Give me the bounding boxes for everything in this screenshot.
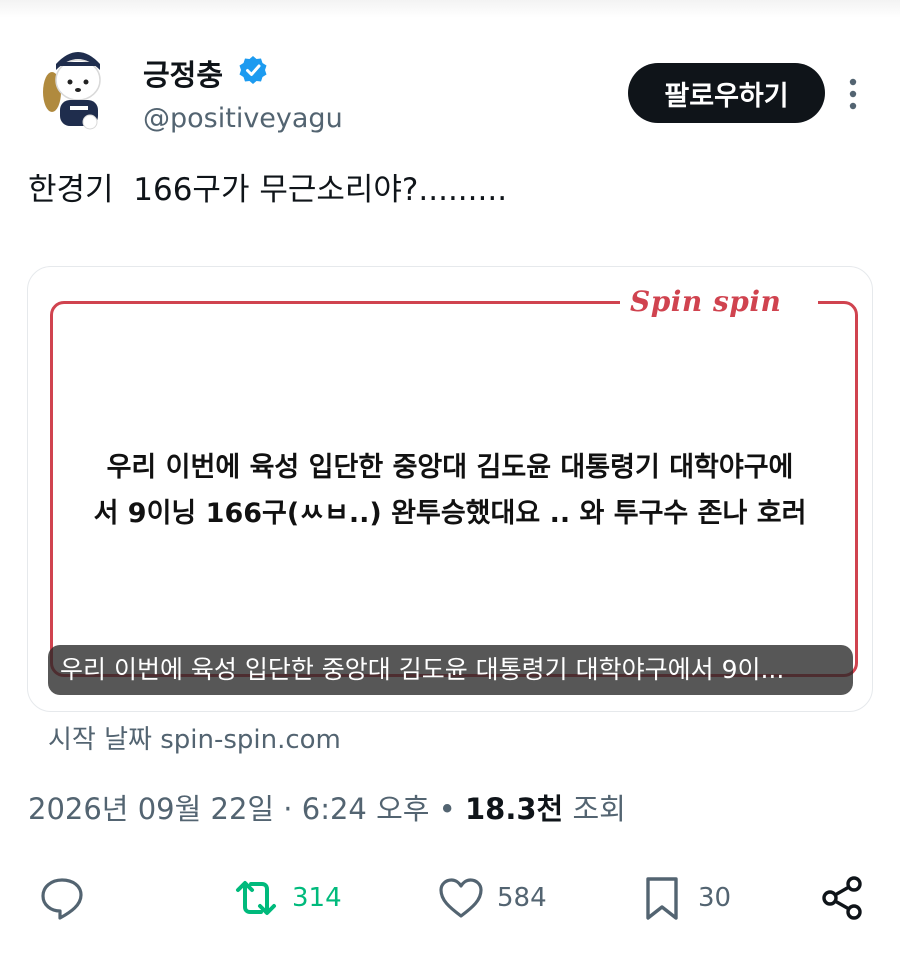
follow-button[interactable]: 팔로우하기 [628,63,825,123]
card-logo: Spin spin [630,285,782,318]
card-body-line: 우리 이번에 육성 입단한 중앙대 김도윤 대통령기 대학야구에 [106,452,794,483]
bookmark-button[interactable]: 30 [638,868,731,928]
more-options-icon[interactable] [840,76,866,112]
top-fade [0,0,900,18]
view-label: 조회 [563,792,626,826]
speech-bubble-icon [41,878,83,920]
tweet-datetime[interactable]: 2026년 09월 22일 · 6:24 오후 [28,792,429,826]
card-body-text: 우리 이번에 육성 입단한 중앙대 김도윤 대통령기 대학야구에 서 9이닝 1… [68,445,832,537]
action-bar: 314 584 30 [0,868,900,938]
bookmark-icon [646,877,678,920]
view-count: 18.3천 [465,792,564,826]
retweet-icon [236,881,276,915]
avatar[interactable] [30,40,128,138]
retweet-button[interactable]: 314 [232,868,342,928]
card-source[interactable]: 시작 날짜 spin-spin.com [48,719,341,756]
heart-icon [439,878,483,918]
share-icon [822,876,862,920]
user-handle[interactable]: @positiveyagu [143,103,343,134]
meta-separator: • [429,792,465,826]
card-caption: 우리 이번에 육성 입단한 중앙대 김도윤 대통령기 대학야구에서 9이... [48,645,853,695]
retweet-count: 314 [292,883,342,913]
bookmark-count: 30 [698,883,732,913]
card-body-line: 서 9이닝 166구(ㅆㅂ..) 완투승했대요 .. 와 투구수 존나 호러 [93,498,807,529]
verified-badge-icon [239,56,267,84]
link-card[interactable]: Spin spin 우리 이번에 육성 입단한 중앙대 김도윤 대통령기 대학야… [27,266,873,712]
tweet-meta: 2026년 09월 22일 · 6:24 오후 • 18.3천 조회 [28,786,626,828]
tweet-text: 한경기 166구가 무근소리야?......... [28,172,508,208]
display-name[interactable]: 긍정충 [143,52,223,94]
like-button[interactable]: 584 [437,868,547,928]
like-count: 584 [497,883,547,913]
reply-button[interactable] [38,868,86,928]
share-button[interactable] [818,868,866,928]
